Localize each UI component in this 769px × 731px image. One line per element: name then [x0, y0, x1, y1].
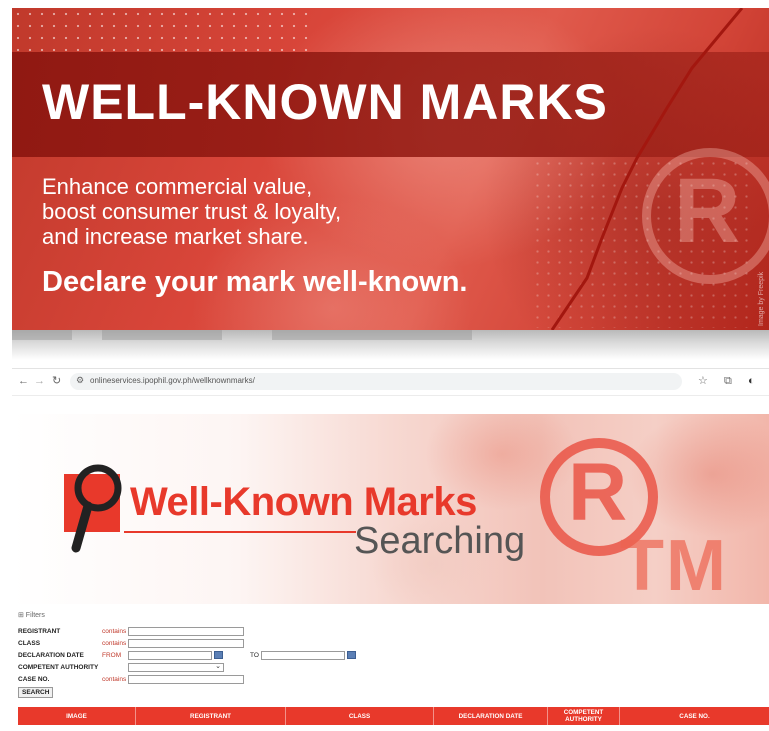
filters-toggle[interactable]: ⊞ Filters — [18, 611, 45, 619]
case-no-input[interactable] — [128, 675, 244, 684]
shadow-segment — [272, 330, 472, 340]
date-from-input[interactable] — [128, 651, 212, 660]
magnifier-icon — [71, 464, 122, 553]
date-to-label: TO — [250, 652, 259, 659]
banner-subtitle: Enhance commercial value, boost consumer… — [42, 174, 341, 249]
title-underline — [124, 531, 356, 533]
declaration-date-label: DECLARATION DATE — [18, 652, 84, 659]
column-header-registrant[interactable]: REGISTRANT — [136, 707, 286, 725]
browser-toolbar: ← → ↻ ⚙ onlineservices.ipophil.gov.ph/we… — [12, 369, 769, 396]
registrant-label: REGISTRANT — [18, 628, 61, 635]
registrant-operator: contains — [102, 628, 127, 635]
column-header-image[interactable]: IMAGE — [18, 707, 136, 725]
competent-authority-label: COMPETENT AUTHORITY — [18, 664, 99, 671]
search-button[interactable]: SEARCH — [18, 687, 54, 698]
reload-icon[interactable]: ↻ — [52, 374, 61, 388]
filter-row-registrant: REGISTRANT contains — [18, 627, 518, 638]
star-icon[interactable]: ☆ — [698, 374, 708, 388]
case-no-label: CASE NO. — [18, 676, 50, 683]
hero-banner: R TM Well-Known Marks Searching — [12, 414, 769, 604]
calendar-icon[interactable] — [214, 651, 223, 659]
class-operator: contains — [102, 640, 127, 647]
forward-arrow-icon[interactable]: → — [34, 374, 45, 388]
results-table-header: IMAGE REGISTRANT CLASS DECLARATION DATE … — [18, 707, 769, 725]
filter-row-class: CLASS contains — [18, 639, 518, 650]
calendar-icon[interactable] — [347, 651, 356, 659]
address-bar[interactable]: ⚙ onlineservices.ipophil.gov.ph/wellknow… — [70, 373, 682, 390]
shadow-segment — [12, 330, 72, 340]
filter-row-declaration-date: DECLARATION DATE FROM TO — [18, 651, 518, 662]
filter-row-competent-authority: COMPETENT AUTHORITY ⌄ — [18, 663, 518, 674]
column-header-class[interactable]: CLASS — [286, 707, 434, 725]
case-no-operator: contains — [102, 676, 127, 683]
registered-mark-letter: R — [568, 447, 628, 538]
date-from-label: FROM — [102, 652, 122, 659]
banner-subtitle-line: and increase market share. — [42, 224, 309, 249]
competent-authority-select[interactable]: ⌄ — [128, 663, 224, 672]
trademark-symbol: TM — [620, 526, 728, 604]
site-settings-icon[interactable]: ⚙ — [76, 375, 84, 386]
filter-row-case-no: CASE NO. contains — [18, 675, 518, 686]
banner-title: WELL-KNOWN MARKS — [42, 74, 608, 130]
date-to-input[interactable] — [261, 651, 345, 660]
class-input[interactable] — [128, 639, 244, 648]
profile-icon[interactable]: ◐ — [748, 374, 755, 388]
banner-subtitle-line: Enhance commercial value, — [42, 174, 313, 199]
back-arrow-icon[interactable]: ← — [18, 374, 29, 388]
filter-row-actions: SEARCH — [18, 687, 118, 698]
chevron-down-icon: ⌄ — [215, 663, 221, 670]
banner-shadow — [12, 330, 769, 360]
banner-call-to-action: Declare your mark well-known. — [42, 266, 468, 298]
hero-subtitle: Searching — [354, 520, 526, 562]
registrant-input[interactable] — [128, 627, 244, 636]
column-header-case-no[interactable]: CASE NO. — [620, 707, 769, 725]
image-credit: Image by Freepik — [758, 271, 765, 326]
banner-subtitle-line: boost consumer trust & loyalty, — [42, 199, 342, 224]
shadow-segment — [102, 330, 222, 340]
column-header-competent-authority[interactable]: COMPETENT AUTHORITY — [548, 707, 620, 725]
class-label: CLASS — [18, 640, 41, 647]
promo-banner: R WELL-KNOWN MARKS Enhance commercial va… — [12, 8, 769, 330]
column-header-declaration-date[interactable]: DECLARATION DATE — [434, 707, 548, 725]
extensions-icon[interactable]: ⧉ — [724, 374, 732, 388]
browser-window: ← → ↻ ⚙ onlineservices.ipophil.gov.ph/we… — [12, 368, 769, 731]
address-url[interactable]: onlineservices.ipophil.gov.ph/wellknownm… — [90, 376, 255, 385]
